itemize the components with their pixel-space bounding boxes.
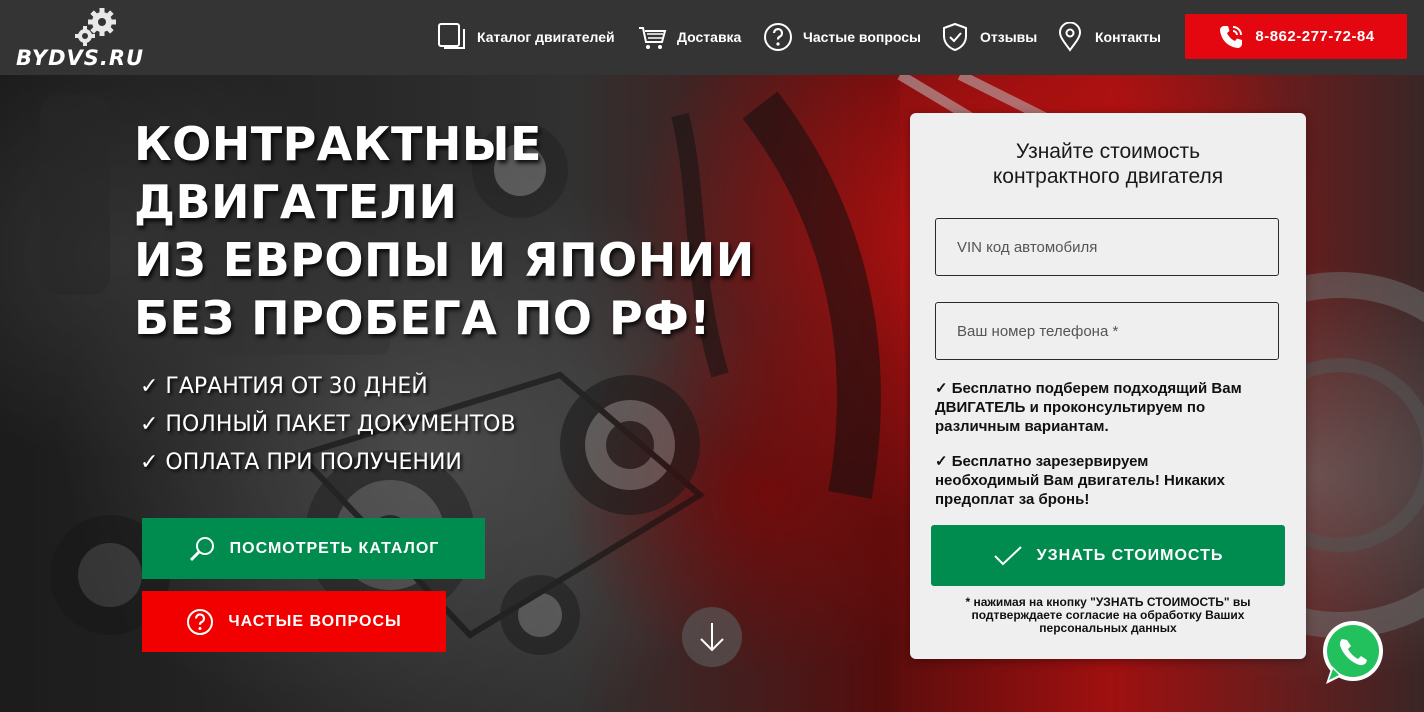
- phone-icon: [1220, 25, 1243, 48]
- hero-title-line: БЕЗ ПРОБЕГА ПО РФ!: [134, 291, 711, 345]
- form-note-line: предоплат за бронь!: [935, 491, 1090, 508]
- nav-label: Каталог двигателей: [477, 29, 615, 45]
- nav-reviews[interactable]: Отзывы: [940, 20, 1037, 54]
- form-title-line: контрактного двигателя: [992, 165, 1224, 188]
- benefits-list: ✓ ГАРАНТИЯ ОТ 30 ДНЕЙ ✓ ПОЛНЫЙ ПАКЕТ ДОК…: [140, 368, 516, 482]
- whatsapp-icon[interactable]: [1320, 620, 1386, 686]
- nav-contacts[interactable]: Контакты: [1055, 20, 1161, 54]
- checkmark-icon: [993, 545, 1022, 565]
- faq-button-label: ЧАСТЫЕ ВОПРОСЫ: [228, 612, 402, 630]
- faq-button[interactable]: ЧАСТЫЕ ВОПРОСЫ: [142, 591, 446, 652]
- arrow-down-icon: [700, 623, 724, 652]
- form-note-line: ✓ Бесплатно подберем подходящий Вам: [935, 380, 1242, 397]
- benefit-item: ✓ ГАРАНТИЯ ОТ 30 ДНЕЙ: [140, 374, 428, 399]
- vin-input[interactable]: [935, 218, 1279, 276]
- hero-title-line: ДВИГАТЕЛИ: [134, 175, 458, 229]
- nav-catalog[interactable]: Каталог двигателей: [437, 20, 615, 54]
- form-note-line: различным вариантам.: [935, 418, 1109, 435]
- nav-label: Частые вопросы: [803, 29, 921, 45]
- form-note-line: необходимый Вам двигатель! Никаких: [935, 472, 1225, 489]
- get-price-button[interactable]: УЗНАТЬ СТОИМОСТЬ: [931, 525, 1285, 586]
- form-title: Узнайте стоимость контрактного двигателя: [910, 139, 1306, 189]
- nav-delivery[interactable]: Доставка: [637, 20, 741, 54]
- phone-button[interactable]: 8-862-277-72-84: [1185, 14, 1407, 59]
- consent-note: * нажимая на кнопку "УЗНАТЬ СТОИМОСТЬ" в…: [928, 596, 1288, 635]
- hero-title: КОНТРАКТНЫЕ ДВИГАТЕЛИ ИЗ ЕВРОПЫ И ЯПОНИИ…: [134, 115, 755, 347]
- gears-icon: [75, 8, 116, 46]
- site-header: BYDVS.RU Каталог двигателей Доставка Час…: [0, 0, 1424, 75]
- form-note-selection: ✓ Бесплатно подберем подходящий Вам ДВИГ…: [935, 379, 1285, 436]
- form-note-line: ✓ Бесплатно зарезервируем: [935, 453, 1149, 470]
- hero-title-line: ИЗ ЕВРОПЫ И ЯПОНИИ: [134, 233, 755, 287]
- hero-section: КОНТРАКТНЫЕ ДВИГАТЕЛИ ИЗ ЕВРОПЫ И ЯПОНИИ…: [0, 75, 1424, 712]
- phone-number: 8-862-277-72-84: [1255, 28, 1375, 45]
- phone-input[interactable]: [935, 302, 1279, 360]
- question-icon: [187, 608, 214, 635]
- nav-faq[interactable]: Частые вопросы: [763, 20, 921, 54]
- form-title-line: Узнайте стоимость: [1015, 140, 1201, 163]
- nav-label: Контакты: [1095, 29, 1162, 45]
- scroll-down-button[interactable]: [682, 607, 742, 667]
- form-note-line: ДВИГАТЕЛЬ и проконсультируем по: [935, 399, 1206, 416]
- benefit-item: ✓ ОПЛАТА ПРИ ПОЛУЧЕНИИ: [140, 450, 462, 475]
- hero-title-line: КОНТРАКТНЫЕ: [134, 117, 542, 171]
- nav-label: Отзывы: [980, 29, 1038, 45]
- logo-text: BYDVS.RU: [16, 46, 145, 70]
- search-icon: [189, 536, 214, 561]
- consent-line: персональных данных: [1039, 621, 1177, 635]
- benefit-item: ✓ ПОЛНЫЙ ПАКЕТ ДОКУМЕНТОВ: [140, 412, 516, 437]
- location-pin-icon: [1058, 22, 1082, 52]
- view-catalog-label: ПОСМОТРЕТЬ КАТАЛОГ: [229, 539, 440, 557]
- view-catalog-button[interactable]: ПОСМОТРЕТЬ КАТАЛОГ: [142, 518, 485, 579]
- question-icon: [764, 23, 792, 51]
- site-logo[interactable]: BYDVS.RU: [14, 8, 179, 70]
- price-request-form: Узнайте стоимость контрактного двигателя…: [910, 113, 1306, 659]
- cart-icon: [639, 27, 667, 49]
- catalog-icon: [438, 23, 465, 49]
- get-price-label: УЗНАТЬ СТОИМОСТЬ: [1036, 546, 1224, 564]
- shield-icon: [943, 22, 967, 52]
- form-note-reservation: ✓ Бесплатно зарезервируем необходимый Ва…: [935, 452, 1285, 509]
- nav-label: Доставка: [677, 29, 742, 45]
